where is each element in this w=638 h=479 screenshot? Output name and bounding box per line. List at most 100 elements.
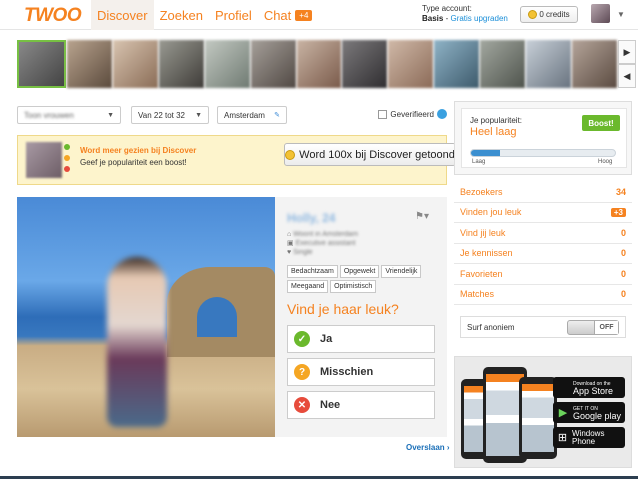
stat-label: Bezoekers [460, 186, 503, 197]
nav-profiel[interactable]: Profiel [209, 0, 258, 30]
store-big: Google play [573, 410, 622, 421]
chevron-down-icon[interactable]: ▼ [617, 10, 625, 19]
play-icon: ▶ [558, 407, 568, 419]
promo-thumbnail [26, 142, 62, 178]
credits-button[interactable]: 0 credits [520, 6, 578, 23]
google-play-button[interactable]: ▶ GET IT ON Google play [553, 402, 625, 423]
pencil-icon: ✎ [274, 112, 280, 119]
stat-matches[interactable]: Matches 0 [454, 285, 632, 305]
top-bar: TWOO Discover Zoeken Profiel Chat +4 Type… [0, 0, 638, 30]
flag-icon[interactable]: ⚑▾ [415, 211, 429, 222]
popularity-panel: Je populariteit: Heel laag Boost! Laag H… [454, 101, 632, 175]
verified-filter[interactable]: Geverifieerd [378, 109, 447, 119]
stat-visitors[interactable]: Bezoekers 34 [454, 182, 632, 203]
profile-photo[interactable] [17, 197, 275, 437]
coin-icon [528, 10, 538, 19]
strip-photo[interactable] [526, 40, 572, 88]
strip-photo[interactable] [342, 40, 388, 88]
green-dot-icon [64, 144, 70, 150]
twoo-logo[interactable]: TWOO [24, 5, 82, 27]
check-icon: ✓ [294, 331, 310, 347]
strip-photo[interactable] [158, 40, 204, 88]
toggle-state: OFF [594, 321, 618, 334]
strip-photo[interactable] [296, 40, 342, 88]
tag: Bedachtzaam [287, 265, 338, 278]
info-relationship: ♥ Single [287, 249, 313, 256]
stat-acquaintances[interactable]: Je kennissen 0 [454, 244, 632, 264]
orange-dot-icon [64, 155, 70, 161]
credits-label: 0 credits [539, 10, 570, 19]
strip-photo[interactable] [66, 40, 112, 88]
profile-details: Holly, 24 ⚑▾ ⌂ Woont in Amsterdam ▣ Exec… [275, 197, 447, 437]
strip-photo[interactable] [572, 40, 617, 88]
windows-phone-button[interactable]: ⊞ Windows Phone [553, 427, 625, 448]
main-nav: Discover Zoeken Profiel Chat +4 [91, 0, 318, 30]
popularity-value: Heel laag [470, 126, 517, 138]
stat-label: Vind jij leuk [460, 227, 506, 238]
yes-button[interactable]: ✓ Ja [287, 325, 435, 353]
promo-title: Word meer gezien bij Discover [80, 146, 197, 155]
stat-likes-you[interactable]: Vinden jou leuk +3 [454, 203, 632, 223]
photo-person [107, 257, 167, 427]
strip-photo[interactable] [434, 40, 480, 88]
profile-name: Holly, 24 [287, 211, 336, 225]
info-location: ⌂ Woont in Amsterdam [287, 231, 359, 238]
nav-discover[interactable]: Discover [91, 0, 154, 30]
stat-favorites[interactable]: Favorieten 0 [454, 264, 632, 285]
gender-select[interactable]: Toon vrouwen ▼ [17, 106, 121, 124]
status-dots [64, 144, 70, 177]
popularity-bar-fill [471, 150, 500, 156]
app-download-box: Download on the App Store ▶ GET IT ON Goog… [454, 356, 632, 468]
strip-photo[interactable] [388, 40, 434, 88]
upgrade-link[interactable]: Gratis upgraden [450, 14, 507, 23]
popularity-card: Je populariteit: Heel laag Boost! Laag H… [461, 108, 627, 168]
nav-chat[interactable]: Chat +4 [258, 0, 319, 30]
skip-link[interactable]: Overslaan › [406, 443, 450, 452]
profile-info: ⌂ Woont in Amsterdam ▣ Executive assista… [287, 230, 358, 257]
age-select[interactable]: Van 22 tot 32 ▼ [131, 106, 209, 124]
chevron-down-icon: ▼ [195, 111, 202, 119]
surf-label: Surf anoniem [467, 322, 515, 332]
stat-label: Matches [460, 289, 495, 300]
strip-photo[interactable] [480, 40, 526, 88]
nav-zoeken[interactable]: Zoeken [154, 0, 209, 30]
windows-icon: ⊞ [557, 432, 568, 444]
discover-promo-banner: Word meer gezien bij Discover Geef je po… [17, 135, 456, 185]
stat-value: 34 [615, 186, 626, 197]
stat-label: Vinden jou leuk [460, 207, 522, 218]
promo-text: Word meer gezien bij Discover Geef je po… [80, 145, 196, 169]
store-big: App Store [573, 385, 614, 396]
surf-toggle[interactable]: OFF [567, 320, 619, 335]
tag: Optimistisch [330, 280, 377, 293]
like-question: Vind je haar leuk? [287, 301, 399, 317]
location-field[interactable]: Amsterdam ✎ [217, 106, 287, 124]
avatar[interactable] [591, 4, 610, 23]
stat-value: 0 [620, 248, 626, 259]
stats-list: Bezoekers 34 Vinden jou leuk +3 Vind jij l… [454, 182, 632, 305]
promo-subtitle: Geef je populariteit een boost! [80, 158, 187, 167]
strip-prev-button[interactable]: ◀ [618, 64, 636, 88]
stat-you-like[interactable]: Vind jij leuk 0 [454, 223, 632, 244]
no-button[interactable]: ✕ Nee [287, 391, 435, 419]
promo-button[interactable]: Word 100x bij Discover getoond [284, 143, 456, 166]
maybe-button[interactable]: ? Misschien [287, 358, 435, 386]
strip-photo[interactable] [250, 40, 296, 88]
personality-tags: Bedachtzaam Opgewekt Vriendelijk Meegaan… [287, 265, 437, 293]
strip-next-button[interactable]: ▶ [618, 40, 636, 64]
strip-photo[interactable] [112, 40, 158, 88]
nav-label: Profiel [214, 7, 252, 23]
discover-photo-strip [17, 40, 617, 88]
surf-anonymous: Surf anoniem OFF [460, 316, 626, 338]
yes-label: Ja [320, 333, 333, 345]
app-store-button[interactable]: Download on the App Store [553, 377, 625, 398]
boost-button[interactable]: Boost! [582, 115, 620, 131]
strip-photo[interactable] [17, 40, 66, 88]
strip-photo[interactable] [204, 40, 250, 88]
nav-label: Chat [263, 7, 292, 23]
store-text: GET IT ON Google play [573, 406, 622, 421]
coin-icon [285, 149, 296, 160]
no-label: Nee [320, 399, 341, 411]
tag: Opgewekt [339, 265, 380, 278]
stat-label: Je kennissen [460, 248, 513, 259]
verified-checkbox[interactable] [378, 109, 388, 119]
